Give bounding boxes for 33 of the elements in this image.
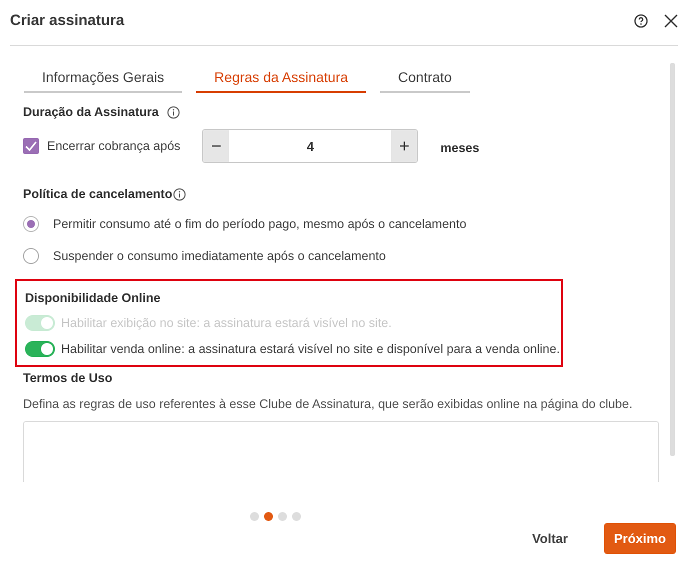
section-heading: Disponibilidade Online <box>25 291 162 305</box>
scrollbar[interactable] <box>670 63 675 456</box>
window-title: Criar assinatura <box>10 12 126 29</box>
section-heading: Termos de Uso <box>23 371 114 385</box>
number-stepper[interactable]: − 4 + <box>202 129 418 163</box>
radio-label: Suspender o consumo imediatamente após o cancelamento <box>53 249 386 263</box>
section-heading: Duração da Assinatura <box>23 105 159 119</box>
checkbox[interactable] <box>23 138 39 154</box>
increment-button[interactable]: + <box>391 130 418 162</box>
tab[interactable]: Contrato <box>380 63 470 93</box>
next-button[interactable]: Próximo <box>604 523 676 554</box>
info-icon[interactable] <box>173 188 186 200</box>
page-dot[interactable] <box>292 512 301 521</box>
help-icon[interactable] <box>634 14 648 28</box>
radio-button[interactable] <box>23 216 39 232</box>
close-icon[interactable] <box>664 14 678 28</box>
page-dot[interactable] <box>278 512 287 521</box>
radio-label: Permitir consumo até o fim do período pago, mesmo após o cancelamento <box>53 217 466 231</box>
section-heading: Política de cancelamento <box>23 187 172 201</box>
info-icon[interactable] <box>166 106 180 118</box>
page-dot[interactable] <box>264 512 273 521</box>
decrement-button[interactable]: − <box>203 130 230 162</box>
toggle-switch[interactable] <box>25 341 55 357</box>
number-value: 4 <box>306 138 316 156</box>
unit-label: meses <box>440 141 480 155</box>
back-button[interactable]: Voltar <box>526 530 574 547</box>
description-text: Defina as regras de uso referentes à esse Clube de Assinatura, que serão exibidas online na página do clube. <box>23 397 634 411</box>
page-dot[interactable] <box>250 512 259 521</box>
checkbox-label: Encerrar cobrança após <box>47 139 180 153</box>
tab[interactable]: Regras da Assinatura <box>196 63 366 93</box>
radio-button[interactable] <box>23 248 39 264</box>
toggle-label: Habilitar venda online: a assinatura estará visível no site e disponível para a venda online. <box>61 342 560 356</box>
tab[interactable]: Informações Gerais <box>24 63 182 93</box>
